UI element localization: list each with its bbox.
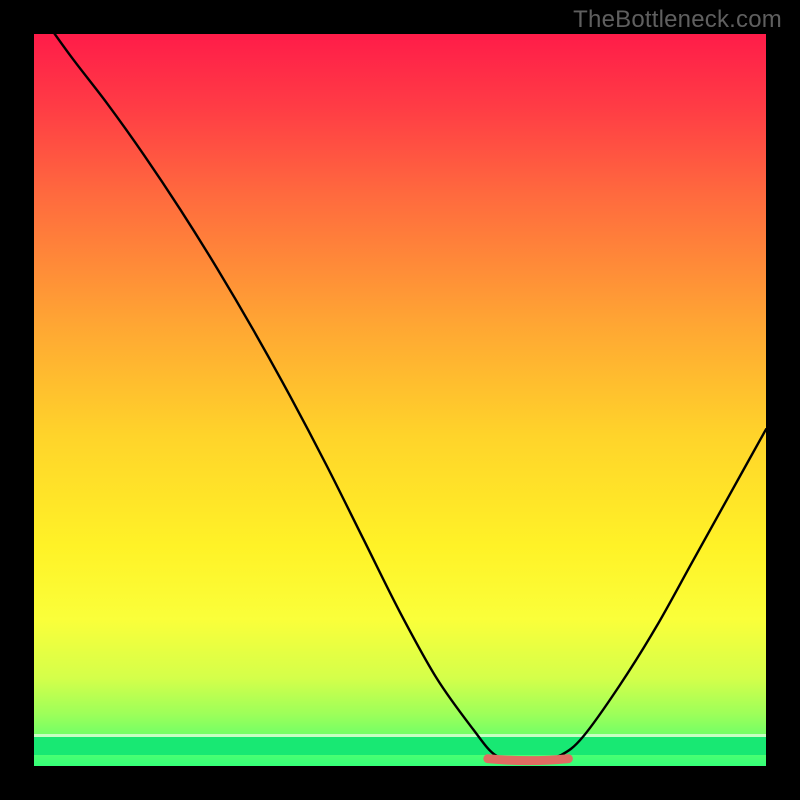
plot-area [34, 34, 766, 766]
valley-marker [488, 759, 569, 761]
bottleneck-curve [34, 34, 766, 761]
watermark-text: TheBottleneck.com [573, 6, 782, 34]
chart-svg [34, 34, 766, 766]
